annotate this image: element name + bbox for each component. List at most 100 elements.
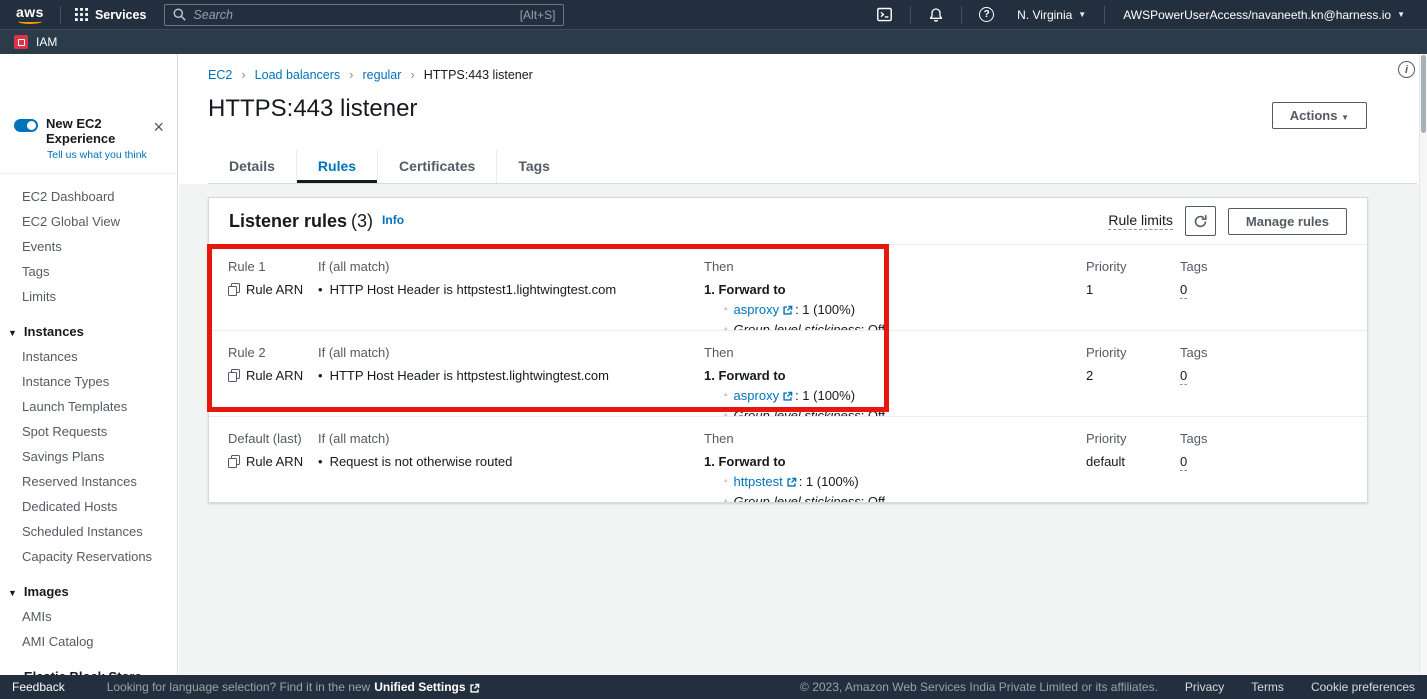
sidebar-item[interactable]: AMIs (0, 604, 177, 629)
sidebar-item[interactable]: Events (0, 234, 177, 259)
tags-count-link[interactable]: 0 (1180, 453, 1187, 471)
info-link[interactable]: Info (382, 213, 404, 227)
rule-arn-link[interactable]: Rule ARN (228, 453, 318, 470)
experience-title: New EC2 Experience (46, 116, 165, 146)
unified-settings-link[interactable]: Unified Settings (374, 680, 481, 694)
breadcrumb-ec2[interactable]: EC2 (208, 68, 232, 82)
favorites-item-iam[interactable]: IAM (36, 35, 57, 49)
stickiness-label: Group-level stickiness (734, 321, 861, 331)
rule-limits-link[interactable]: Rule limits (1108, 212, 1173, 230)
breadcrumb-current: HTTPS:443 listener (424, 68, 533, 82)
if-column-header: If (all match) (318, 258, 704, 275)
tags-column-header: Tags (1180, 430, 1367, 447)
rule-name: Rule 2 (228, 344, 318, 361)
feedback-link[interactable]: Feedback (12, 680, 65, 694)
stickiness-line: ◦ Group-level stickiness : Off (704, 493, 1086, 502)
external-link-icon[interactable] (782, 391, 793, 402)
sub-bullet: ◦ (724, 301, 728, 318)
sidebar-item[interactable]: EC2 Global View (0, 209, 177, 234)
divider (961, 6, 962, 24)
listener-rule-row: Default (last) Rule ARN If (all match) •… (209, 417, 1367, 502)
breadcrumb: EC2 › Load balancers › regular › HTTPS:4… (208, 67, 533, 82)
region-selector[interactable]: N. Virginia ▼ (1005, 8, 1098, 22)
rule-action-cell: Then 1. Forward to ◦ httpstest : 1 (100%… (704, 430, 1086, 502)
favorites-bar: IAM (0, 29, 1427, 54)
sidebar-item[interactable]: Limits (0, 284, 177, 309)
rule-priority-cell: Priority 2 (1086, 344, 1180, 417)
breadcrumb-regular[interactable]: regular (363, 68, 402, 82)
sidebar-item[interactable]: Launch Templates (0, 394, 177, 419)
manage-rules-button[interactable]: Manage rules (1228, 208, 1347, 235)
sidebar-item[interactable]: Instances (0, 344, 177, 369)
then-column-header: Then (704, 430, 1086, 447)
actions-button[interactable]: Actions ▼ (1272, 102, 1367, 129)
rule-name: Rule 1 (228, 258, 318, 275)
sidebar-item[interactable]: AMI Catalog (0, 629, 177, 654)
cookie-preferences-link[interactable]: Cookie preferences (1311, 680, 1415, 694)
sidebar-item[interactable]: Spot Requests (0, 419, 177, 444)
copy-icon[interactable] (228, 369, 240, 382)
sidebar-item[interactable]: Instance Types (0, 369, 177, 394)
sidebar-item[interactable]: Reserved Instances (0, 469, 177, 494)
target-group-link[interactable]: asproxy (734, 387, 780, 404)
target-group-link[interactable]: asproxy (734, 301, 780, 318)
stickiness-line: ◦ Group-level stickiness : Off (704, 321, 1086, 331)
notifications-bell-icon[interactable] (917, 7, 955, 23)
terms-link[interactable]: Terms (1251, 680, 1284, 694)
external-link-icon[interactable] (782, 305, 793, 316)
priority-column-header: Priority (1086, 430, 1180, 447)
account-menu[interactable]: AWSPowerUserAccess/navaneeth.kn@harness.… (1111, 8, 1417, 22)
top-navigation-bar: aws Services [Alt+S] ? N. Virginia ▼ AWS… (0, 0, 1427, 29)
search-input[interactable] (193, 8, 512, 22)
divider (910, 6, 911, 24)
tags-count-link[interactable]: 0 (1180, 367, 1187, 385)
stickiness-label: Group-level stickiness (734, 493, 861, 502)
if-column-header: If (all match) (318, 344, 704, 361)
sidebar-nav: EC2 DashboardEC2 Global ViewEventsTagsLi… (0, 174, 177, 675)
region-label: N. Virginia (1017, 8, 1072, 22)
tab-certificates[interactable]: Certificates (377, 150, 496, 183)
ec2-sidebar: New EC2 Experience Tell us what you thin… (0, 54, 178, 675)
tab-details[interactable]: Details (208, 150, 296, 183)
breadcrumb-load-balancers[interactable]: Load balancers (255, 68, 340, 82)
sidebar-item[interactable]: Dedicated Hosts (0, 494, 177, 519)
aws-logo[interactable]: aws (16, 6, 44, 24)
close-icon[interactable]: × (153, 120, 164, 134)
sidebar-item[interactable]: Scheduled Instances (0, 519, 177, 544)
tab-tags[interactable]: Tags (496, 150, 571, 183)
vertical-scrollbar[interactable] (1419, 54, 1427, 675)
copy-icon[interactable] (228, 283, 240, 296)
tags-count-link[interactable]: 0 (1180, 281, 1187, 299)
target-group-link[interactable]: httpstest (734, 473, 783, 490)
sidebar-item[interactable]: Savings Plans (0, 444, 177, 469)
sidebar-item[interactable]: Capacity Reservations (0, 544, 177, 569)
sub-bullet: ◦ (724, 473, 728, 490)
priority-column-header: Priority (1086, 258, 1180, 275)
rule-tags-cell: Tags 0 (1180, 258, 1367, 331)
sub-bullet: ◦ (724, 387, 728, 404)
triangle-down-icon: ▼ (8, 328, 17, 338)
refresh-button[interactable] (1185, 206, 1216, 236)
rule-arn-link[interactable]: Rule ARN (228, 281, 318, 298)
tab-rules[interactable]: Rules (296, 150, 377, 183)
sub-bullet: ◦ (724, 493, 728, 502)
chevron-down-icon: ▼ (1341, 113, 1349, 122)
info-panel-icon[interactable]: i (1398, 61, 1415, 78)
search-box[interactable]: [Alt+S] (164, 4, 564, 26)
sidebar-section-images[interactable]: ▼Images (0, 579, 177, 604)
sidebar-item[interactable]: Tags (0, 259, 177, 284)
sidebar-section-ebs[interactable]: ▼Elastic Block Store (0, 664, 177, 675)
new-experience-toggle[interactable] (14, 119, 38, 132)
copy-icon[interactable] (228, 455, 240, 468)
sidebar-item[interactable]: EC2 Dashboard (0, 184, 177, 209)
services-menu-button[interactable]: Services (67, 8, 154, 22)
sidebar-section-instances[interactable]: ▼Instances (0, 319, 177, 344)
rule-tags-cell: Tags 0 (1180, 430, 1367, 502)
rule-arn-link[interactable]: Rule ARN (228, 367, 318, 384)
privacy-link[interactable]: Privacy (1185, 680, 1224, 694)
scrollbar-thumb[interactable] (1421, 55, 1426, 133)
tell-us-link[interactable]: Tell us what you think (47, 149, 165, 161)
help-icon[interactable]: ? (968, 7, 1005, 22)
external-link-icon[interactable] (786, 477, 797, 488)
cloudshell-icon[interactable] (865, 6, 904, 23)
